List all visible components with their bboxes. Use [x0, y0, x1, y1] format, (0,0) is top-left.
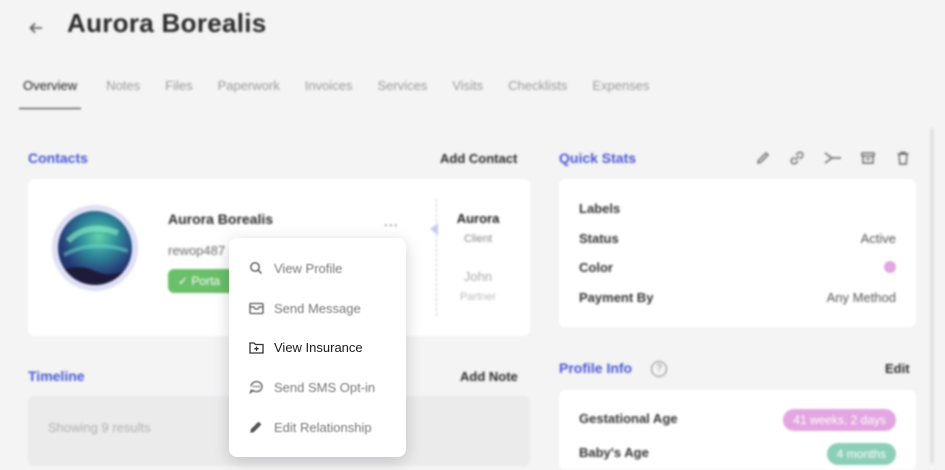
contact-email: rewop487: [168, 243, 226, 258]
page-title: Aurora Borealis: [67, 8, 267, 38]
contact-name: Aurora Borealis: [168, 211, 274, 227]
scrollbar[interactable]: [930, 128, 934, 464]
menu-item-edit-relationship[interactable]: Edit Relationship: [247, 416, 372, 438]
merge-icon[interactable]: [824, 150, 842, 168]
baby-age-pill: 4 months: [826, 443, 896, 465]
link-icon[interactable]: [788, 150, 806, 168]
edit-profile-button[interactable]: Edit: [885, 361, 910, 376]
relation-role: Partner: [459, 291, 497, 303]
status-value: Active: [860, 231, 896, 246]
tab-expenses[interactable]: Expenses: [592, 74, 649, 108]
pencil-icon[interactable]: [754, 150, 772, 168]
color-swatch: [884, 261, 896, 273]
menu-item-label: Send SMS Opt-in: [274, 379, 376, 395]
pencil-icon: [247, 418, 265, 436]
help-icon[interactable]: ?: [651, 361, 667, 377]
avatar-image: [58, 211, 132, 285]
menu-item-view-insurance[interactable]: View Insurance: [247, 336, 363, 358]
tab-visits[interactable]: Visits: [452, 74, 483, 108]
check-icon: ✓: [178, 274, 192, 288]
archive-icon[interactable]: [859, 150, 877, 168]
relation-role: Client: [463, 233, 493, 245]
tab-invoices[interactable]: Invoices: [305, 74, 353, 108]
contacts-heading: Contacts: [28, 150, 88, 166]
tab-bar: Overview Notes Files Paperwork Invoices …: [19, 74, 674, 109]
page-header: Aurora Borealis: [0, 0, 945, 60]
menu-item-view-profile[interactable]: View Profile: [247, 257, 342, 279]
insurance-icon: [247, 338, 265, 356]
sms-icon: [247, 378, 265, 396]
gestational-age-label: Gestational Age: [579, 411, 678, 426]
menu-item-label: Send Message: [274, 300, 361, 316]
results-count: Showing 9 results: [48, 420, 151, 435]
back-arrow-icon[interactable]: [28, 14, 48, 38]
relations-divider: [436, 199, 437, 316]
payment-value: Any Method: [826, 290, 896, 305]
menu-item-send-message[interactable]: Send Message: [247, 297, 361, 319]
menu-item-label: View Profile: [274, 260, 343, 276]
tab-checklists[interactable]: Checklists: [508, 74, 567, 108]
contact-context-menu: View Profile Send Message View Insurance…: [229, 238, 406, 457]
quick-stats-card: Labels Status Active Color Payment By An…: [559, 179, 916, 327]
tab-paperwork[interactable]: Paperwork: [218, 74, 280, 108]
more-options-button[interactable]: ...: [384, 213, 399, 229]
menu-item-label: Edit Relationship: [274, 419, 372, 435]
relation-name[interactable]: Aurora: [448, 211, 508, 226]
portal-badge-label: Porta: [191, 274, 221, 288]
quick-stats-heading: Quick Stats: [559, 150, 637, 166]
baby-age-label: Baby's Age: [579, 445, 649, 460]
tab-services[interactable]: Services: [377, 74, 427, 108]
profile-info-heading: Profile Info: [559, 360, 633, 376]
stat-label-color: Color: [579, 260, 613, 275]
add-note-button[interactable]: Add Note: [460, 369, 518, 384]
mail-icon: [247, 299, 265, 317]
tab-files[interactable]: Files: [165, 74, 192, 108]
tab-notes[interactable]: Notes: [106, 74, 140, 108]
add-contact-button[interactable]: Add Contact: [440, 151, 517, 166]
avatar[interactable]: [52, 205, 138, 291]
gestational-age-pill: 41 weeks, 2 days: [783, 409, 896, 431]
timeline-heading: Timeline: [28, 368, 85, 384]
tab-overview[interactable]: Overview: [19, 74, 82, 109]
stat-label-status: Status: [579, 231, 619, 246]
stat-label-labels: Labels: [579, 201, 621, 216]
profile-info-card: Gestational Age 41 weeks, 2 days Baby's …: [559, 390, 916, 470]
relation-name[interactable]: John: [448, 269, 508, 284]
trash-icon[interactable]: [894, 150, 912, 168]
menu-item-send-sms-opt-in[interactable]: Send SMS Opt-in: [247, 376, 375, 398]
search-icon: [247, 259, 265, 277]
stat-label-payment: Payment By: [579, 290, 654, 305]
menu-item-label: View Insurance: [274, 339, 363, 355]
